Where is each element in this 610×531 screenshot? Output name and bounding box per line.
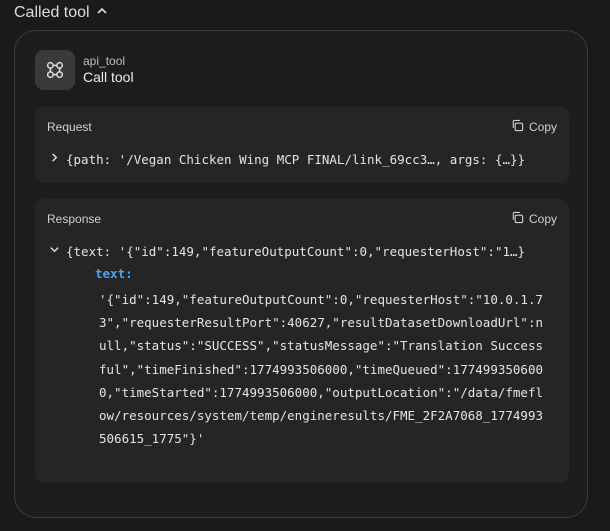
value-line: 0,"timeStarted":1774993506000,"outputLoc… bbox=[99, 384, 544, 400]
request-summary: {path: '/Vegan Chicken Wing MCP FINAL/li… bbox=[66, 151, 526, 167]
command-icon bbox=[35, 50, 75, 90]
request-panel: Request Copy {path: '/Vegan Chicken Wing… bbox=[35, 107, 569, 183]
copy-icon bbox=[511, 211, 524, 227]
copy-label: Copy bbox=[528, 120, 557, 134]
value-line: 506615_1775"}' bbox=[99, 431, 205, 447]
response-label: Response bbox=[47, 212, 102, 226]
chevron-up-icon bbox=[96, 4, 108, 22]
called-tool-header[interactable]: Called tool bbox=[14, 2, 108, 24]
tool-call-card: api_tool Call tool Request Copy {path: '… bbox=[14, 30, 588, 518]
tool-info: api_tool Call tool bbox=[35, 50, 134, 90]
response-key: text: bbox=[95, 266, 133, 281]
tool-action: Call tool bbox=[83, 68, 134, 85]
copy-label: Copy bbox=[528, 212, 557, 226]
header-title: Called tool bbox=[14, 4, 90, 21]
tool-name: api_tool bbox=[83, 53, 126, 68]
value-line: 3","requesterResultPort":40627,"resultDa… bbox=[99, 315, 544, 331]
value-line: ful","timeFinished":1774993506000,"timeQ… bbox=[99, 361, 544, 377]
value-line: ow/resources/system/temp/engineresults/F… bbox=[99, 408, 544, 424]
response-summary: {text: '{"id":149,"featureOutputCount":0… bbox=[66, 243, 526, 259]
response-value: '{"id":149,"featureOutputCount":0,"reque… bbox=[99, 288, 543, 450]
response-copy-button[interactable]: Copy bbox=[511, 211, 557, 227]
value-line: '{"id":149,"featureOutputCount":0,"reque… bbox=[99, 292, 544, 307]
response-panel: Response Copy {text: '{"id":149,"feature… bbox=[35, 199, 569, 483]
chevron-down-icon[interactable] bbox=[49, 242, 66, 260]
request-summary-row[interactable]: {path: '/Vegan Chicken Wing MCP FINAL/li… bbox=[49, 150, 525, 168]
copy-icon bbox=[511, 119, 524, 135]
chevron-right-icon[interactable] bbox=[49, 150, 66, 168]
request-copy-button[interactable]: Copy bbox=[511, 119, 557, 135]
value-line: ull,"status":"SUCCESS","statusMessage":"… bbox=[99, 338, 544, 354]
request-label: Request bbox=[47, 120, 92, 134]
response-summary-row[interactable]: {text: '{"id":149,"featureOutputCount":0… bbox=[49, 242, 525, 260]
